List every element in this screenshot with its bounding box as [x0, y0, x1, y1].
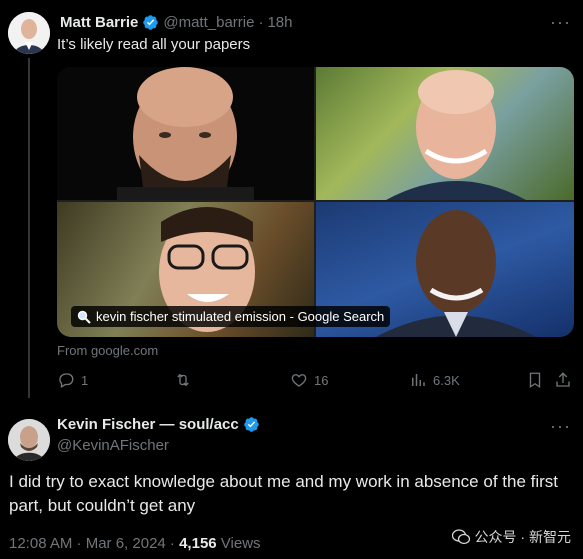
author-display-name[interactable]: Kevin Fischer — soul/acc [57, 416, 239, 433]
more-options-icon[interactable]: ··· [550, 416, 571, 437]
views-label: Views [216, 535, 261, 552]
photo-2[interactable] [316, 67, 574, 200]
views-button[interactable]: 6.3K [409, 371, 460, 389]
reply-icon [59, 373, 74, 388]
media-source[interactable]: From google.com [57, 343, 158, 358]
bookmark-icon [529, 372, 541, 389]
wechat-icon [451, 529, 470, 545]
watermark-text: 公众号 · 新智元 [474, 529, 571, 545]
tweet-time[interactable]: 18h [267, 14, 292, 31]
heart-icon [291, 374, 307, 387]
tweet-text-2: I did try to exact knowledge about me an… [9, 472, 559, 515]
author-name-2: Kevin Fischer — soul/acc [57, 416, 260, 433]
verified-badge-icon [243, 417, 259, 432]
tweet-header: Matt Barrie @matt_barrie · 18h [60, 14, 292, 31]
author-name[interactable]: Matt Barrie [60, 14, 138, 31]
views-number: 4,156 [179, 535, 217, 552]
like-count: 16 [314, 372, 329, 388]
reply-button[interactable]: 1 [57, 371, 88, 389]
reply-count: 1 [81, 372, 89, 388]
more-options-icon[interactable]: ··· [550, 12, 571, 33]
verified-badge-icon [143, 15, 159, 30]
tweet-timestamp[interactable]: 12:08 AM · Mar 6, 2024 · [9, 535, 179, 552]
separator-dot: · [258, 14, 264, 31]
wechat-watermark: 公众号 · 新智元 [451, 527, 571, 547]
author-handle-2[interactable]: @KevinAFischer [57, 437, 169, 454]
tweet-action-bar: 1 16 6.3K [57, 371, 575, 391]
views-count: 6.3K [433, 372, 460, 388]
photo-1[interactable] [57, 67, 314, 200]
tweet-meta: 12:08 AM · Mar 6, 2024 · 4,156 Views [9, 535, 261, 552]
repost-button[interactable] [174, 371, 198, 389]
magnifier-icon [77, 310, 91, 324]
google-search-chip[interactable]: kevin fischer stimulated emission - Goog… [71, 306, 391, 327]
repost-icon [177, 373, 189, 387]
media-card[interactable] [57, 67, 574, 337]
share-button[interactable] [554, 371, 572, 389]
thread-connector-line [28, 58, 30, 398]
share-icon [556, 372, 570, 387]
author-handle[interactable]: @matt_barrie [163, 14, 254, 31]
avatar-matt-barrie[interactable] [8, 12, 50, 54]
bookmark-button[interactable] [526, 371, 544, 389]
like-button[interactable]: 16 [290, 371, 328, 389]
tweet-text: It’s likely read all your papers [57, 36, 251, 53]
avatar-kevin-fischer[interactable] [8, 419, 50, 461]
analytics-icon [412, 374, 425, 386]
search-chip-label: kevin fischer stimulated emission - Goog… [96, 309, 385, 324]
